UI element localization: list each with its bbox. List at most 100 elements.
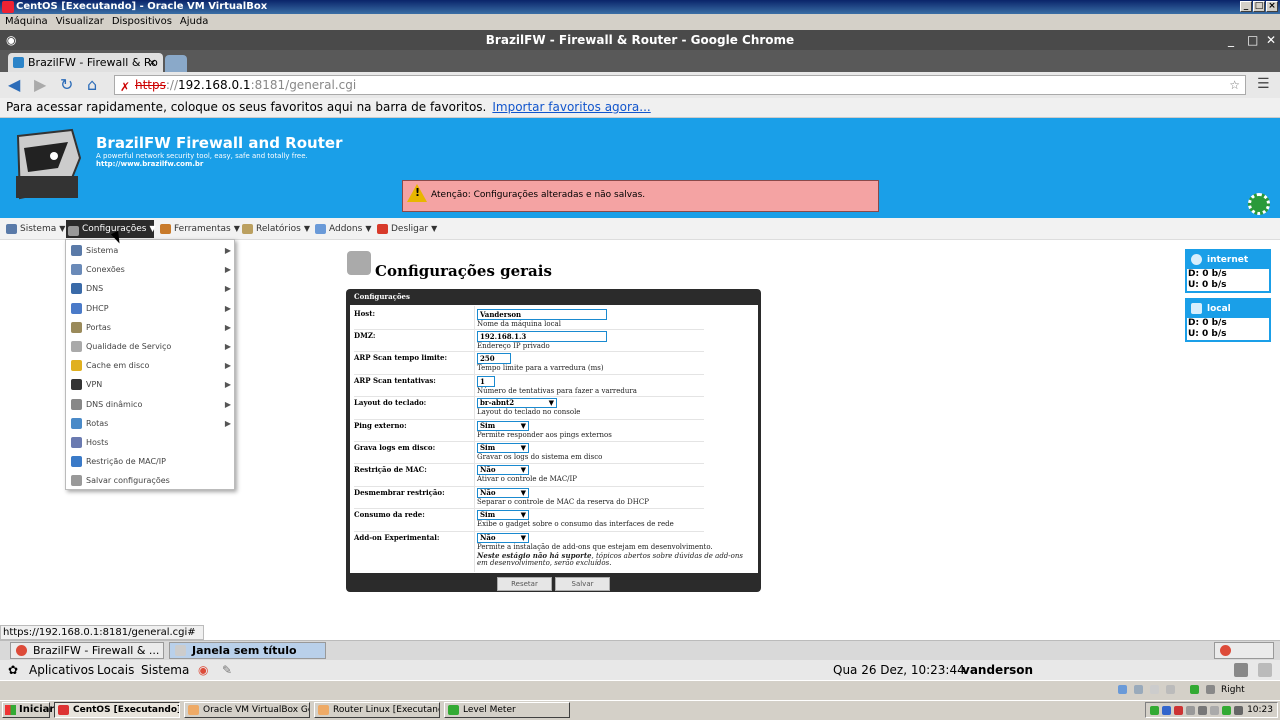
tray-icon[interactable] [1162, 706, 1171, 715]
menu-view[interactable]: Visualizar [56, 16, 104, 27]
task-chrome[interactable]: BrazilFW - Firewall & ... [10, 642, 164, 659]
close-button[interactable]: × [1266, 1, 1278, 12]
menu-sistema[interactable]: Sistema [141, 660, 189, 680]
text-input[interactable]: 250 [477, 353, 511, 364]
select-field[interactable]: Sim ▼ [477, 421, 529, 431]
dropdown-item[interactable]: DHCP ▶ [66, 299, 234, 318]
dropdown-item[interactable]: DNS dinâmico ▶ [66, 395, 234, 414]
address-bar[interactable]: ✗ https://192.168.0.1:8181/general.cgi ☆ [114, 75, 1246, 95]
tray-icon[interactable] [1150, 706, 1159, 715]
field-label: Host: [354, 309, 376, 318]
dropdown-item[interactable]: Restrição de MAC/IP [66, 452, 234, 471]
chrome-launcher-icon[interactable]: ◉ [198, 660, 208, 680]
tray-icon[interactable] [1174, 706, 1183, 715]
back-icon[interactable]: ◀ [8, 77, 20, 93]
dropdown-item[interactable]: Rotas ▶ [66, 414, 234, 433]
chevron-down-icon: ▼ [520, 443, 526, 452]
tray-icon[interactable] [1198, 706, 1207, 715]
dropdown-item[interactable]: VPN ▶ [66, 375, 234, 394]
save-button[interactable]: Salvar [555, 577, 610, 591]
menu-aplicativos[interactable]: Aplicativos [29, 660, 94, 680]
text-input[interactable]: 1 [477, 376, 495, 387]
chrome-close-button[interactable]: ✕ [1266, 30, 1276, 50]
menu-locais[interactable]: Locais [97, 660, 134, 680]
minimize-button[interactable]: _ [1240, 1, 1252, 12]
task-chrome-mini[interactable] [1214, 642, 1274, 659]
field-label: DMZ: [354, 331, 376, 340]
new-tab-button[interactable] [165, 55, 187, 72]
tray-icon[interactable] [1234, 706, 1243, 715]
select-field[interactable]: Sim ▼ [477, 510, 529, 520]
browser-tab[interactable]: BrazilFW - Firewall & Ro × [8, 53, 163, 72]
start-button[interactable]: Iniciar [2, 702, 54, 718]
chrome-maximize-button[interactable]: □ [1247, 30, 1258, 50]
dropdown-item[interactable]: Sistema ▶ [66, 241, 234, 260]
nav-desligar[interactable]: Desligar ▼ [375, 218, 437, 240]
chrome-menu-icon[interactable]: ☰ [1257, 76, 1270, 92]
field-label: Restrição de MAC: [354, 465, 427, 474]
select-field[interactable]: Não ▼ [477, 533, 529, 543]
nav-addons[interactable]: Addons ▼ [313, 218, 371, 240]
dropdown-item[interactable]: Salvar configurações [66, 471, 234, 490]
routes-icon [71, 417, 82, 429]
select-field[interactable]: Não ▼ [477, 465, 529, 475]
host-task-centos[interactable]: CentOS [Executando] ... [54, 702, 180, 718]
refresh-gear-icon[interactable] [1248, 193, 1270, 215]
dropdown-label: Salvar configurações [86, 476, 170, 486]
settings-launcher-icon[interactable]: ✎ [222, 660, 232, 680]
gnome-clock[interactable]: Qua 26 Dez, 10:23:44 [833, 660, 965, 680]
text-input[interactable]: Vanderson [477, 309, 607, 320]
menu-devices[interactable]: Dispositivos [112, 16, 172, 27]
site-url: http://www.brazilfw.com.br [96, 160, 204, 168]
nav-sistema[interactable]: Sistema ▼ [4, 218, 65, 240]
tab-close-icon[interactable]: × [148, 53, 157, 72]
system-tray: 10:23 [1145, 702, 1278, 718]
submenu-arrow-icon: ▶ [224, 342, 231, 351]
import-bookmarks-link[interactable]: Importar favoritos agora... [492, 100, 650, 114]
select-field[interactable]: br-abnt2 ▼ [477, 398, 557, 408]
gnome-user[interactable]: vanderson [962, 660, 1033, 680]
addon-icon [315, 224, 326, 234]
level-meter-icon [448, 705, 459, 715]
field-hint: Permite responder aos pings externos [477, 431, 612, 439]
home-icon[interactable]: ⌂ [87, 77, 97, 93]
virtualbox-icon [2, 1, 14, 13]
nav-relatorios[interactable]: Relatórios ▼ [240, 218, 310, 240]
tray-icon[interactable] [1186, 706, 1195, 715]
tray-clock: 10:23 [1247, 705, 1273, 715]
power-icon [377, 224, 388, 234]
disk-icon [1118, 685, 1127, 694]
select-field[interactable]: Sim ▼ [477, 443, 529, 453]
config-row: Desmembrar restrição: Não ▼ Separar o contr… [354, 488, 754, 508]
volume-icon[interactable] [1234, 663, 1248, 677]
nav-ferramentas[interactable]: Ferramentas ▼ [158, 218, 240, 240]
dropdown-item[interactable]: Qualidade de Serviço ▶ [66, 337, 234, 356]
nav-configuracoes[interactable]: Configurações ▼ [66, 220, 156, 238]
dropdown-label: DNS [86, 284, 104, 294]
reload-icon[interactable]: ↻ [60, 77, 73, 93]
host-task-level-meter[interactable]: Level Meter [444, 702, 570, 718]
chrome-minimize-button[interactable]: _ [1228, 30, 1234, 50]
host-task-router-linux[interactable]: Router Linux [Executand... [314, 702, 440, 718]
dropdown-item[interactable]: Hosts [66, 433, 234, 452]
dropdown-item[interactable]: DNS ▶ [66, 279, 234, 298]
tray-icon[interactable] [1222, 706, 1231, 715]
text-input[interactable]: 192.168.1.3 [477, 331, 607, 342]
dropdown-item[interactable]: Conexões ▶ [66, 260, 234, 279]
forward-icon[interactable]: ▶ [34, 77, 46, 93]
field-hint: Exibe o gadget sobre o consumo das inter… [477, 520, 674, 528]
bookmark-star-icon[interactable]: ☆ [1229, 76, 1240, 94]
dropdown-item[interactable]: Cache em disco ▶ [66, 356, 234, 375]
power-icon[interactable] [1258, 663, 1272, 677]
config-row: Consumo da rede: Sim ▼ Exibe o gadget sobre… [354, 510, 754, 530]
host-task-vbox-manager[interactable]: Oracle VM VirtualBox Ger... [184, 702, 310, 718]
task-untitled-window[interactable]: Janela sem título [169, 642, 326, 659]
menu-help[interactable]: Ajuda [180, 16, 208, 27]
tray-icon[interactable] [1210, 706, 1219, 715]
select-field[interactable]: Não ▼ [477, 488, 529, 498]
maximize-button[interactable]: □ [1253, 1, 1265, 12]
task-label: BrazilFW - Firewall & ... [33, 644, 160, 657]
reset-button[interactable]: Resetar [497, 577, 552, 591]
dropdown-item[interactable]: Portas ▶ [66, 318, 234, 337]
menu-machine[interactable]: Máquina [5, 16, 48, 27]
